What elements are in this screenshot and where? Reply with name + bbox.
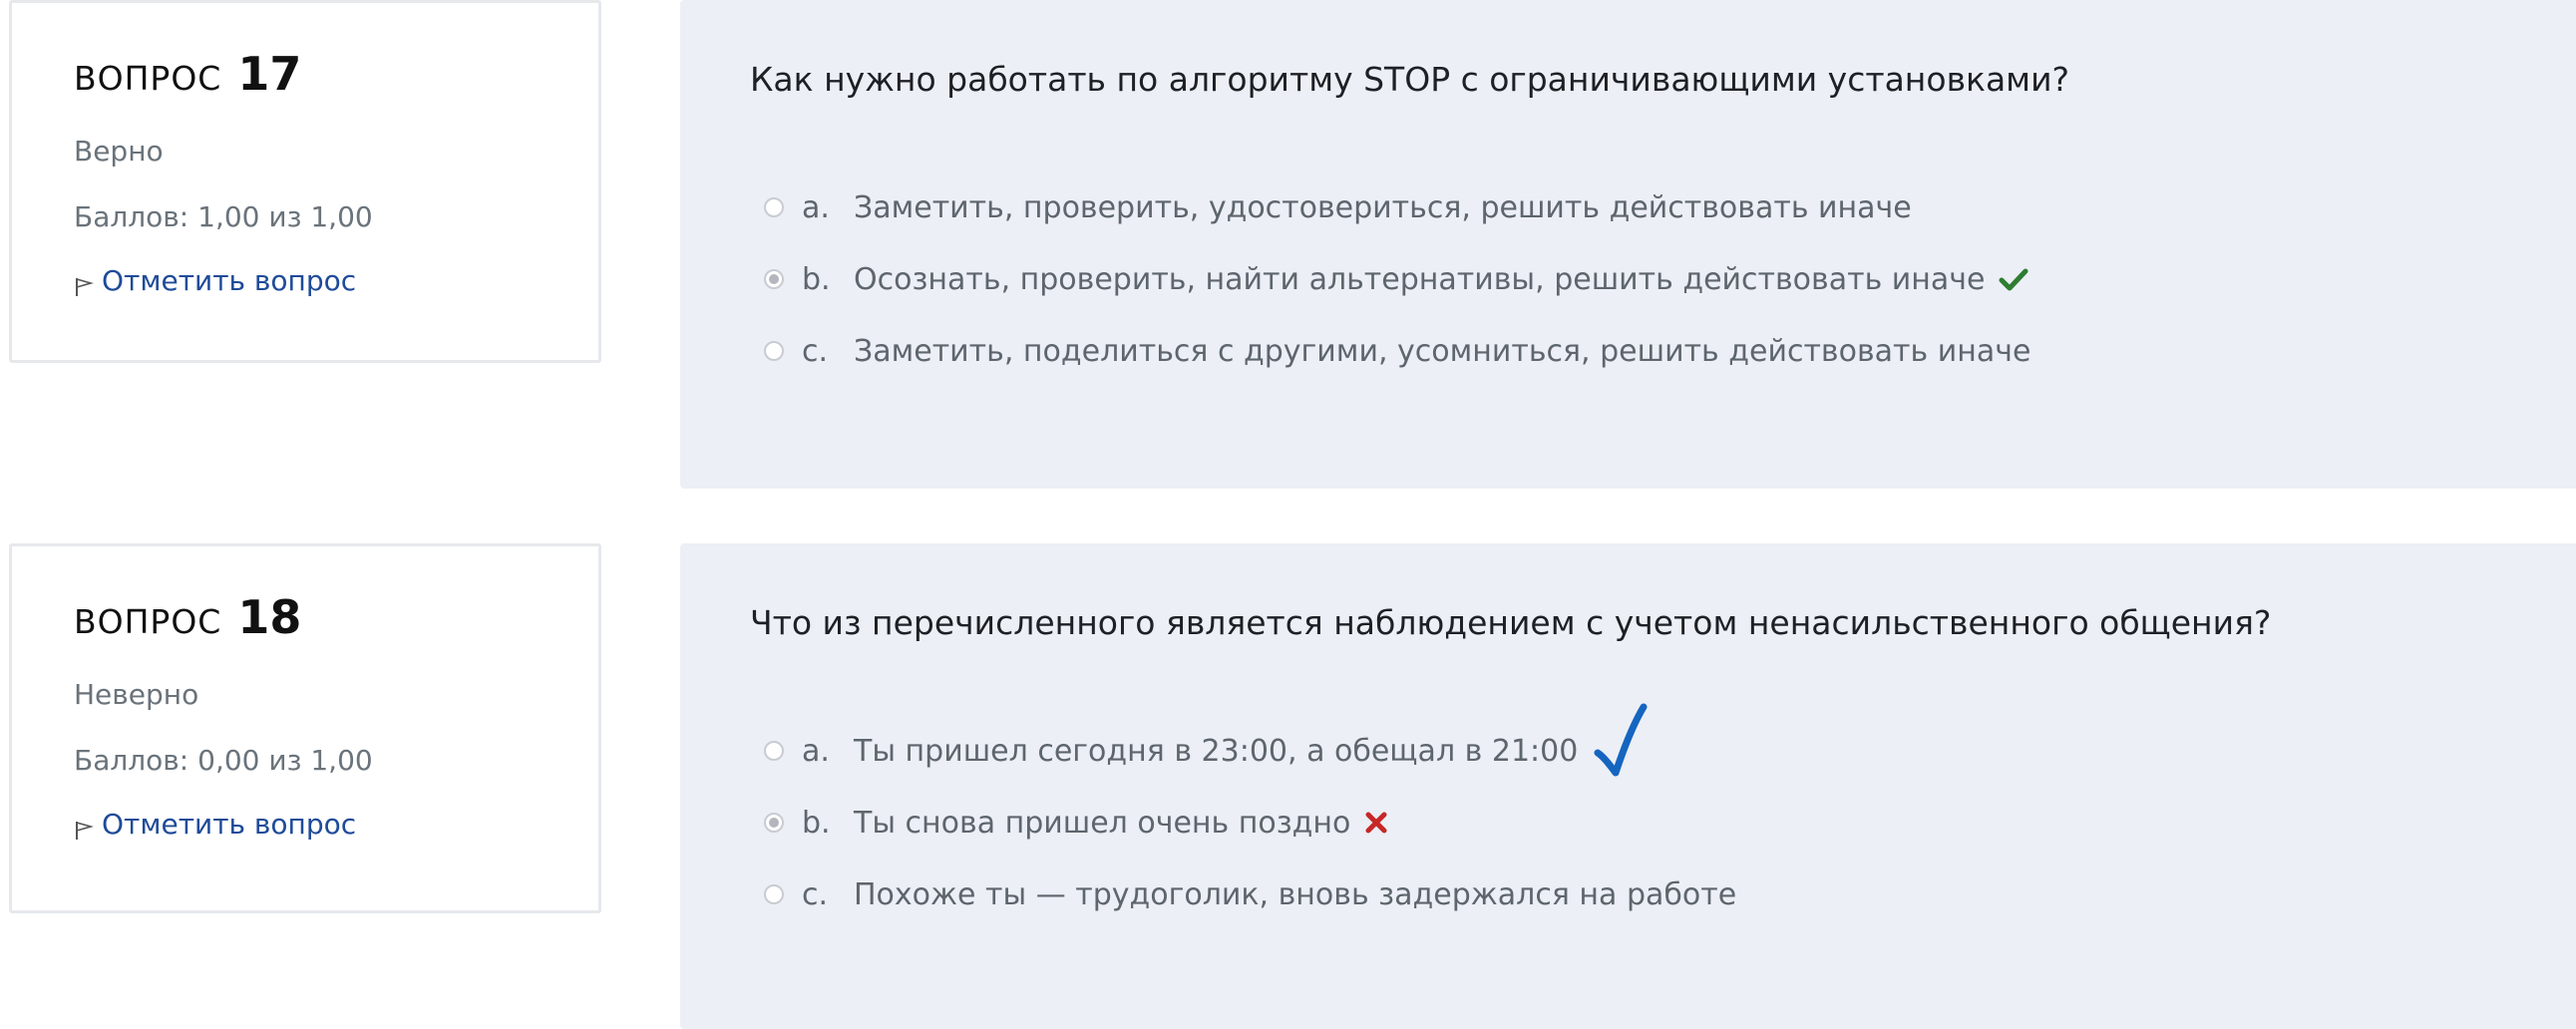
answer-text[interactable]: Похоже ты — трудоголик, вновь задержался… — [854, 877, 1736, 912]
question-content: Как нужно работать по алгоритму STOP с о… — [680, 0, 2576, 489]
radio-button-checked[interactable] — [764, 813, 784, 833]
answer-list: a. Ты пришел сегодня в 23:00, а обещал в… — [764, 703, 1736, 930]
question-17: ВОПРОС 17 Верно Баллов: 1,00 из 1,00 Отм… — [0, 0, 2576, 489]
answer-letter: c. — [802, 876, 829, 912]
question-state: Неверно — [74, 678, 199, 711]
answer-option-a[interactable]: a. Заметить, проверить, удостовериться, … — [764, 172, 2030, 243]
question-grade: Баллов: 0,00 из 1,00 — [74, 744, 373, 777]
flag-question-label[interactable]: Отметить вопрос — [102, 808, 356, 841]
answer-letter: a. — [802, 733, 830, 769]
question-state: Верно — [74, 135, 164, 168]
question-info-panel: ВОПРОС 17 Верно Баллов: 1,00 из 1,00 Отм… — [9, 0, 601, 363]
radio-button[interactable] — [764, 741, 784, 761]
question-title: ВОПРОС 17 — [74, 47, 301, 101]
question-info-panel: ВОПРОС 18 Неверно Баллов: 0,00 из 1,00 О… — [9, 543, 601, 913]
flag-icon — [76, 821, 94, 840]
question-text: Что из перечисленного является наблюдени… — [750, 603, 2272, 642]
flag-question-link[interactable]: Отметить вопрос — [74, 264, 356, 297]
handdrawn-check-icon — [1592, 701, 1652, 781]
answer-option-c[interactable]: c. Похоже ты — трудоголик, вновь задержа… — [764, 858, 1736, 930]
flag-icon — [76, 277, 94, 296]
answer-text[interactable]: Заметить, проверить, удостовериться, реш… — [854, 190, 1912, 225]
answer-list: a. Заметить, проверить, удостовериться, … — [764, 172, 2030, 387]
answer-text[interactable]: Ты пришел сегодня в 23:00, а обещал в 21… — [854, 734, 1578, 769]
question-number: 18 — [237, 590, 302, 644]
question-text: Как нужно работать по алгоритму STOP с о… — [750, 60, 2070, 99]
question-18: ВОПРОС 18 Неверно Баллов: 0,00 из 1,00 О… — [0, 543, 2576, 1029]
answer-option-a[interactable]: a. Ты пришел сегодня в 23:00, а обещал в… — [764, 703, 1736, 787]
radio-button-checked[interactable] — [764, 269, 784, 289]
answer-letter: a. — [802, 189, 830, 225]
question-title: ВОПРОС 18 — [74, 590, 301, 644]
correct-check-icon — [1999, 266, 2028, 292]
incorrect-cross-icon — [1364, 811, 1388, 835]
answer-text[interactable]: Осознать, проверить, найти альтернативы,… — [854, 262, 1985, 297]
question-content: Что из перечисленного является наблюдени… — [680, 543, 2576, 1029]
question-word: ВОПРОС — [74, 59, 222, 98]
question-grade: Баллов: 1,00 из 1,00 — [74, 200, 373, 233]
question-word: ВОПРОС — [74, 602, 222, 641]
radio-button[interactable] — [764, 197, 784, 217]
radio-button[interactable] — [764, 884, 784, 904]
answer-letter: c. — [802, 333, 829, 369]
answer-text[interactable]: Ты снова пришел очень поздно — [854, 806, 1350, 841]
radio-button[interactable] — [764, 341, 784, 361]
answer-option-b[interactable]: b. Ты снова пришел очень поздно — [764, 787, 1736, 858]
answer-letter: b. — [802, 261, 831, 297]
answer-option-b[interactable]: b. Осознать, проверить, найти альтернати… — [764, 243, 2030, 315]
answer-option-c[interactable]: c. Заметить, поделиться с другими, усомн… — [764, 315, 2030, 387]
answer-text[interactable]: Заметить, поделиться с другими, усомнить… — [854, 334, 2030, 369]
question-number: 17 — [237, 47, 302, 101]
flag-question-link[interactable]: Отметить вопрос — [74, 808, 356, 841]
answer-letter: b. — [802, 805, 831, 841]
flag-question-label[interactable]: Отметить вопрос — [102, 264, 356, 297]
